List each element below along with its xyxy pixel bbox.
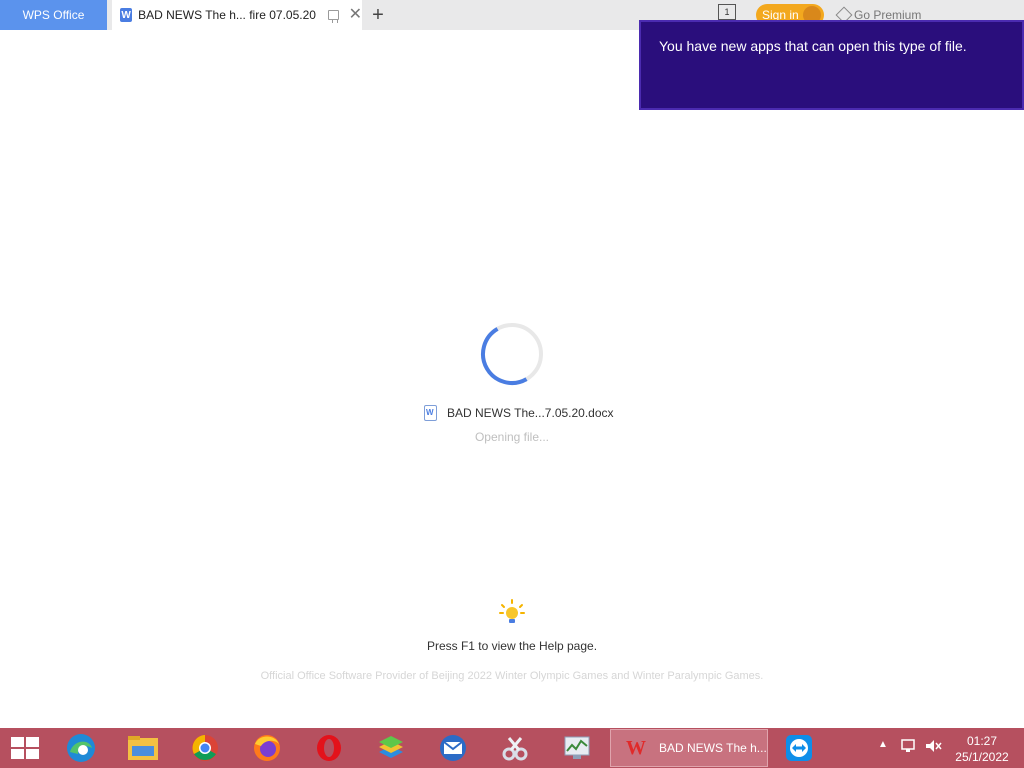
windows-start-icon[interactable]	[11, 737, 39, 759]
taskbar-active-wps-document[interactable]: W BAD NEWS The h...	[610, 729, 768, 767]
opening-file-name: BAD NEWS The...7.05.20.docx	[424, 403, 614, 423]
show-hidden-icons-chevron-icon[interactable]: ▲	[878, 739, 888, 750]
tab-wps-office-home[interactable]: WPS Office	[0, 0, 107, 30]
firefox-icon[interactable]	[247, 732, 287, 764]
outlook-icon[interactable]	[433, 732, 473, 764]
layout-icon[interactable]: 1	[718, 4, 736, 20]
chrome-icon[interactable]	[185, 732, 225, 764]
file-name-label: BAD NEWS The...7.05.20.docx	[447, 406, 614, 420]
monitor-icon[interactable]	[327, 10, 339, 23]
teamviewer-icon[interactable]	[779, 732, 819, 764]
wps-office-icon: W	[626, 736, 646, 759]
word-doc-icon: W	[120, 8, 133, 22]
provider-footer: Official Office Software Provider of Bei…	[260, 670, 764, 682]
snipping-tool-icon[interactable]	[495, 732, 535, 764]
new-tab-plus-icon[interactable]: +	[369, 4, 387, 26]
tab-document-title: BAD NEWS The h... fire 07.05.20	[138, 8, 316, 22]
resource-monitor-icon[interactable]	[557, 732, 597, 764]
loading-spinner-icon	[481, 323, 543, 385]
close-tab-icon[interactable]: ✕	[349, 7, 362, 23]
tab-document[interactable]: W BAD NEWS The h... fire 07.05.20 ✕	[112, 0, 362, 30]
edge-icon[interactable]	[61, 732, 101, 764]
opera-icon[interactable]	[309, 732, 349, 764]
bluestacks-icon[interactable]	[371, 732, 411, 764]
volume-muted-icon[interactable]	[924, 738, 942, 754]
system-clock[interactable]: 01:27 25/1/2022	[950, 733, 1014, 765]
clock-date: 25/1/2022	[955, 750, 1009, 764]
help-hint: Press F1 to view the Help page.	[426, 639, 598, 653]
lightbulb-icon	[499, 599, 525, 623]
clock-time: 01:27	[966, 734, 998, 748]
taskbar-active-label: BAD NEWS The h...	[659, 741, 767, 755]
opening-status: Opening file...	[474, 430, 550, 444]
docx-file-icon	[424, 405, 437, 421]
notification-message: You have new apps that can open this typ…	[659, 38, 967, 54]
network-icon[interactable]	[900, 738, 918, 754]
file-explorer-icon[interactable]	[123, 732, 163, 764]
wps-office-window: WPS Office W BAD NEWS The h... fire 07.0…	[0, 0, 1024, 768]
new-apps-notification[interactable]: You have new apps that can open this typ…	[639, 20, 1024, 110]
